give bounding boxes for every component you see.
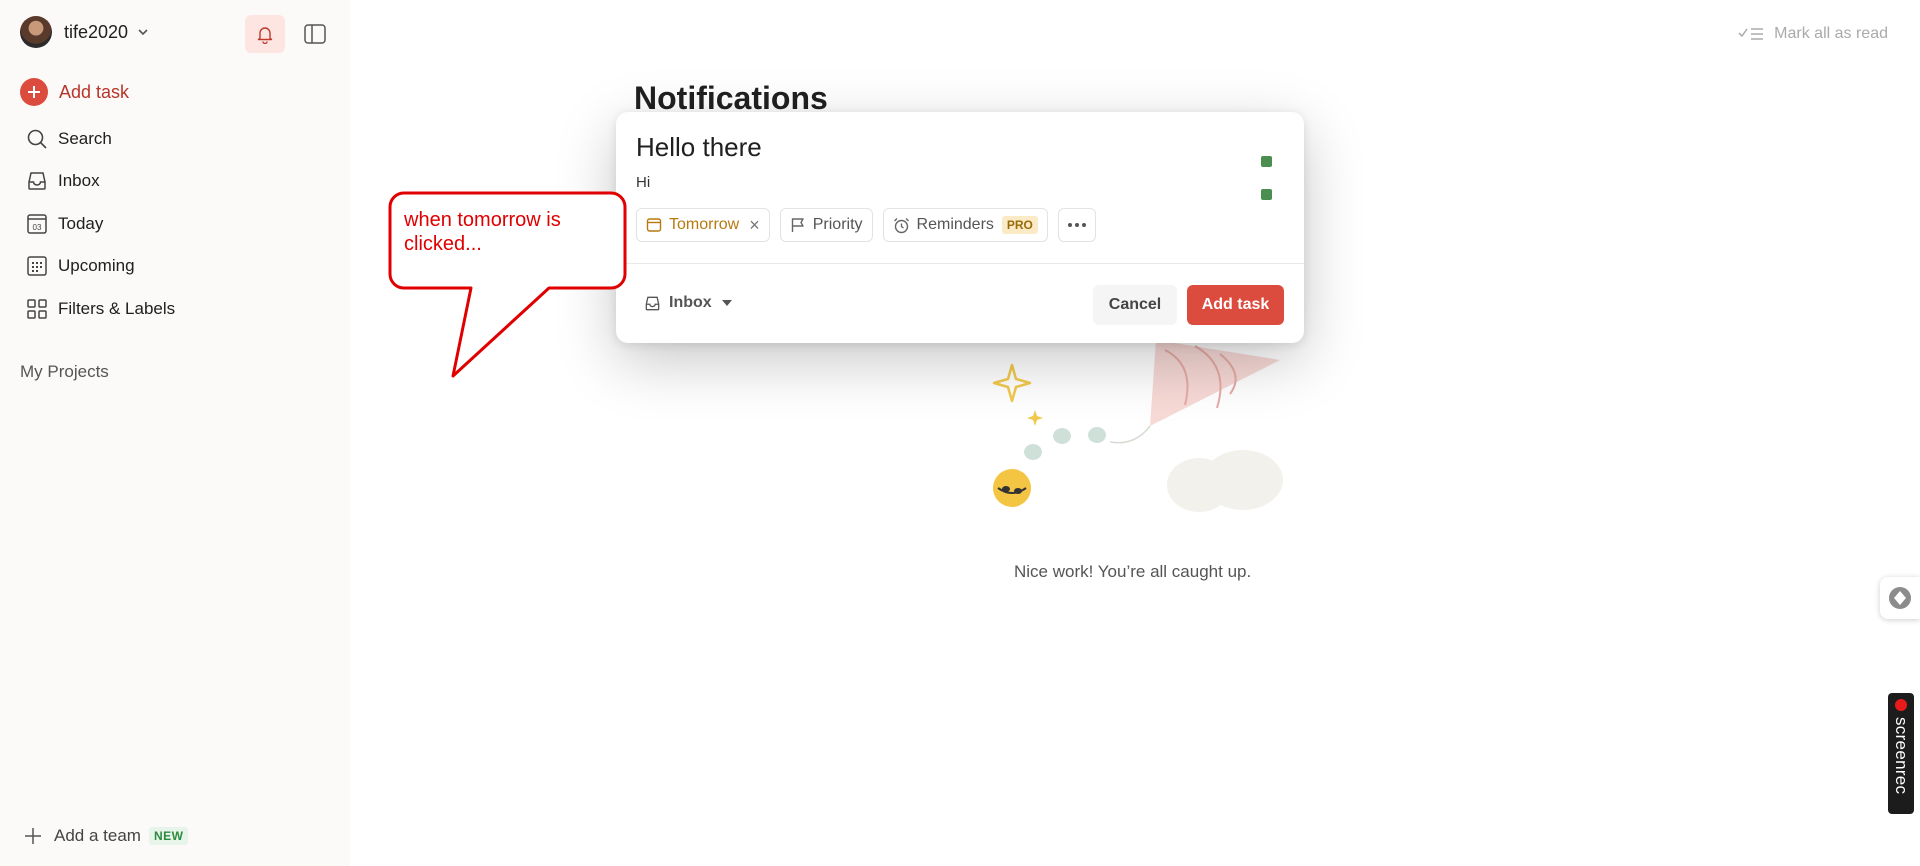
task-description-input[interactable]: Hi [636, 174, 650, 191]
chevron-down-icon [136, 25, 150, 39]
sidebar-item-today[interactable]: 03 Today [24, 209, 103, 239]
toggle-sidebar-button[interactable] [295, 15, 335, 53]
priority-chip[interactable]: Priority [779, 208, 873, 242]
extension-indicator-icon [1261, 156, 1272, 167]
empty-state-message: Nice work! You’re all caught up. [1014, 562, 1252, 581]
mark-all-read-button[interactable]: Mark all as read [1738, 24, 1888, 44]
floating-widget-button[interactable] [1880, 577, 1920, 619]
diamond-logo-icon [1888, 586, 1912, 610]
project-label: Inbox [669, 294, 712, 311]
sidebar-item-label: Upcoming [58, 256, 135, 275]
sidebar-item-search[interactable]: Search [24, 124, 112, 154]
grid-icon [24, 296, 50, 322]
project-selector[interactable]: Inbox [644, 294, 732, 312]
task-name-input[interactable]: Hello there [636, 132, 762, 163]
add-team-label: Add a team [54, 826, 141, 845]
new-badge: NEW [148, 827, 189, 845]
add-task-button[interactable]: Add task [1187, 285, 1284, 325]
plus-icon [24, 827, 42, 845]
sidebar-item-label: Filters & Labels [58, 299, 176, 318]
sidebar-item-label: Search [58, 129, 112, 148]
search-icon [24, 126, 50, 152]
annotation-text: when tomorrow is clicked... [404, 209, 561, 255]
screenrec-label: screenrec [1892, 717, 1911, 795]
due-date-chip[interactable]: Tomorrow × [636, 208, 770, 242]
user-menu[interactable]: tife2020 [20, 16, 150, 48]
cancel-button[interactable]: Cancel [1093, 285, 1177, 325]
calendar-icon [646, 217, 662, 233]
plus-circle-icon [20, 78, 48, 106]
calendar-today-icon: 03 [24, 211, 50, 237]
notifications-button[interactable] [245, 15, 285, 53]
more-actions-button[interactable] [1057, 208, 1096, 242]
clear-date-icon[interactable]: × [749, 216, 760, 234]
extension-indicator-icon [1261, 189, 1272, 200]
sidebar-item-label: Inbox [58, 171, 100, 190]
mark-all-read-label: Mark all as read [1774, 25, 1888, 42]
sidebar-item-label: Today [58, 214, 104, 233]
username: tife2020 [64, 21, 129, 42]
inbox-icon [24, 168, 50, 194]
quick-add-task-dialog: Hello there Hi Tomorrow × Priority Remin… [616, 112, 1304, 343]
flag-icon [790, 217, 806, 233]
avatar [20, 16, 52, 48]
inbox-icon [644, 295, 661, 312]
caret-down-icon [721, 300, 732, 306]
calendar-grid-icon [24, 253, 50, 279]
priority-label: Priority [812, 216, 863, 233]
svg-text:03: 03 [33, 223, 42, 232]
bell-icon [255, 24, 275, 44]
sidebar-item-upcoming[interactable]: Upcoming [24, 251, 135, 281]
record-dot-icon [1895, 699, 1907, 711]
task-attribute-chips: Tomorrow × Priority Reminders PRO [636, 208, 1106, 242]
sidebar: tife2020 Add task Search Inbox 03 Today … [0, 0, 350, 866]
alarm-clock-icon [893, 217, 910, 234]
my-projects-heading[interactable]: My Projects [20, 362, 109, 382]
reminders-label: Reminders [916, 216, 994, 233]
screenrec-widget[interactable]: screenrec [1888, 693, 1914, 814]
sidebar-item-filters-labels[interactable]: Filters & Labels [24, 294, 175, 324]
check-list-icon [1738, 24, 1764, 44]
sidebar-item-inbox[interactable]: Inbox [24, 166, 100, 196]
due-date-label: Tomorrow [669, 216, 740, 233]
sidebar-add-task-button[interactable]: Add task [20, 78, 129, 106]
add-team-button[interactable]: Add a team NEW [24, 826, 189, 846]
sidebar-panel-icon [304, 24, 326, 44]
more-horizontal-icon [1067, 222, 1087, 228]
pro-badge: PRO [1001, 216, 1038, 234]
add-task-label: Add task [59, 81, 130, 102]
reminders-chip[interactable]: Reminders PRO [882, 208, 1048, 242]
divider [616, 263, 1304, 264]
